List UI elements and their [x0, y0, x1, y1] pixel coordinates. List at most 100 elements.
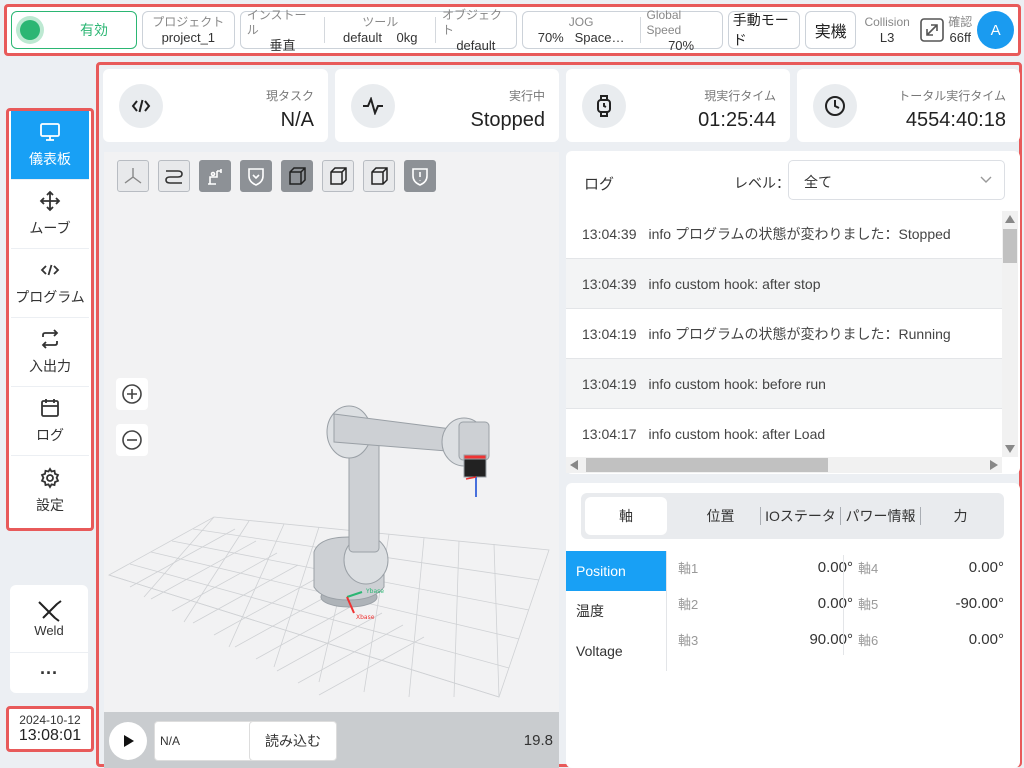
total-runtime-card: トータル実行タイム 4554:40:18: [797, 69, 1020, 142]
tab-axis[interactable]: 軸: [585, 497, 667, 535]
current-date: 2024-10-12: [19, 713, 81, 727]
tool-frame-axes: [465, 476, 477, 497]
weld-torch-icon: [38, 600, 62, 622]
project-selector[interactable]: プロジェクト project_1: [141, 11, 235, 49]
dashboard-main: 現タスク N/A 実行中 Stopped 現実行タイム 01:25:44 トータ…: [96, 62, 1022, 768]
run-state-card: 実行中 Stopped: [335, 69, 559, 142]
subtab-temperature[interactable]: 温度: [566, 591, 666, 631]
runtime-value: 01:25:44: [698, 109, 776, 131]
joint-name: 軸6: [858, 632, 879, 648]
install-caption: インストール: [246, 7, 307, 37]
joint-row: 軸2 0.00°: [678, 585, 853, 621]
total-runtime-caption: トータル実行タイム: [898, 89, 1006, 103]
fps-readout: 19.8: [523, 732, 553, 749]
scroll-left-icon: [570, 460, 578, 470]
gear-icon: [40, 466, 60, 489]
current-task-value: N/A: [280, 109, 314, 131]
chevron-down-icon: [980, 173, 992, 187]
sidebar-item-move[interactable]: ムーブ: [11, 180, 89, 249]
sidebar-item-label: 入出力: [29, 358, 71, 374]
user-avatar[interactable]: A: [977, 11, 1014, 49]
tab-power-info[interactable]: パワー情報: [841, 497, 920, 535]
joint-value: 0.00°: [968, 630, 1004, 648]
real-robot-button[interactable]: 実機: [805, 11, 857, 49]
install-tool-object-group[interactable]: インストール 垂直 ツール default 0kg オブジェクト default: [239, 7, 517, 53]
scrollbar-thumb[interactable]: [586, 458, 828, 472]
install-value: 垂直: [269, 37, 296, 53]
confirm-group[interactable]: 確認 66ff: [918, 15, 972, 45]
sidebar-item-label: プログラム: [15, 289, 85, 305]
base-y-label: Ybase: [365, 588, 384, 595]
project-caption: プロジェクト: [152, 15, 225, 29]
current-task-caption: 現タスク: [265, 89, 314, 103]
weld-panel: Weld ···: [10, 585, 88, 693]
joint-row: 軸4 0.00°: [858, 549, 1004, 585]
play-icon: [124, 735, 134, 747]
weld-button[interactable]: Weld: [10, 585, 88, 653]
jog-caption: JOG: [568, 15, 594, 29]
log-horizontal-scrollbar[interactable]: [566, 457, 1002, 473]
tool-weight: 0kg: [396, 30, 418, 45]
manual-mode-button[interactable]: 手動モード: [727, 11, 801, 49]
play-button[interactable]: [109, 722, 147, 760]
joint-row: 軸5 -90.00°: [858, 585, 1004, 621]
watch-icon: [582, 84, 626, 128]
joint-info-panel: 軸 位置 IOステータ パワー情報 力 Position 温度 Voltage …: [566, 483, 1020, 768]
collision-caption: Collision: [864, 15, 910, 29]
log-time: 13:04:39: [582, 225, 637, 242]
tab-position[interactable]: 位置: [681, 497, 760, 535]
log-time: 13:04:19: [582, 325, 637, 342]
log-vertical-scrollbar[interactable]: [1002, 211, 1018, 457]
log-list[interactable]: 13:04:39 info プログラムの状態が変わりました：Stopped 13:…: [566, 209, 1002, 457]
log-message: info プログラムの状態が変わりました：Stopped: [648, 225, 951, 242]
speed-group[interactable]: JOG 70% Space… Global Speed 70%: [521, 7, 723, 53]
log-entry: 13:04:39 info custom hook: after stop: [566, 259, 1002, 309]
joint-row: 軸3 90.00°: [678, 621, 853, 657]
pulse-icon: [351, 84, 395, 128]
base-x-label: Xbase: [356, 614, 375, 621]
jog-frame: Space…: [574, 30, 625, 45]
robot-3d-viewer[interactable]: Ybase Xbase N/A 読み込む 19.8: [104, 152, 559, 768]
robot-status-toggle[interactable]: 有効: [11, 11, 137, 49]
joint-name: 軸4: [858, 560, 879, 576]
status-indicator-icon: [20, 20, 40, 40]
monitor-icon: [40, 123, 60, 141]
load-button[interactable]: 読み込む: [249, 721, 337, 761]
object-value: default: [456, 37, 496, 53]
more-button[interactable]: ···: [10, 653, 88, 693]
tab-force[interactable]: 力: [921, 497, 1000, 535]
log-entry: 13:04:19 info custom hook: before run: [566, 359, 1002, 409]
run-state-caption: 実行中: [508, 89, 545, 103]
tab-io-status[interactable]: IOステータ: [761, 497, 840, 535]
joint-values-right: 軸4 0.00° 軸5 -90.00° 軸6 0.00°: [858, 549, 1004, 657]
tool-caption: ツール: [362, 15, 399, 29]
sidebar-item-settings[interactable]: 設定: [11, 456, 89, 525]
jog-speed: 70%: [537, 30, 564, 45]
log-level-select[interactable]: 全て: [788, 160, 1005, 200]
sidebar-item-io[interactable]: 入出力: [11, 318, 89, 387]
log-level-label: レベル：: [734, 175, 790, 191]
subtab-voltage[interactable]: Voltage: [566, 631, 666, 671]
log-message: info custom hook: after stop: [648, 275, 821, 292]
collision-level[interactable]: Collision L3: [861, 15, 913, 45]
log-panel: ログ レベル： 全て 13:04:39 info プログラムの状態が変わりました：…: [566, 151, 1020, 474]
exchange-icon: [41, 329, 59, 349]
robot-scene: Ybase Xbase: [107, 405, 550, 698]
log-entry: 13:04:39 info プログラムの状態が変わりました：Stopped: [566, 209, 1002, 259]
scroll-right-icon: [990, 460, 998, 470]
sidebar-item-program[interactable]: プログラム: [11, 249, 89, 318]
global-speed-caption: Global Speed: [646, 7, 682, 37]
top-status-bar: 有効 プロジェクト project_1 インストール 垂直 ツール defaul…: [4, 4, 1021, 56]
log-message: info custom hook: before run: [648, 375, 826, 392]
scrollbar-thumb[interactable]: [1003, 229, 1017, 263]
sidebar-item-log[interactable]: ログ: [11, 387, 89, 456]
joint-value: -90.00°: [955, 594, 1004, 612]
expand-icon[interactable]: [918, 16, 946, 44]
sidebar-item-label: 儀表板: [29, 151, 71, 167]
clock-icon: [813, 84, 857, 128]
subtab-position[interactable]: Position: [566, 551, 666, 591]
global-speed-value: 70%: [668, 37, 695, 53]
confirm-value: 66ff: [949, 30, 971, 45]
log-entry: 13:04:19 info プログラムの状態が変わりました：Running: [566, 309, 1002, 359]
sidebar-item-dashboard[interactable]: 儀表板: [11, 111, 89, 180]
